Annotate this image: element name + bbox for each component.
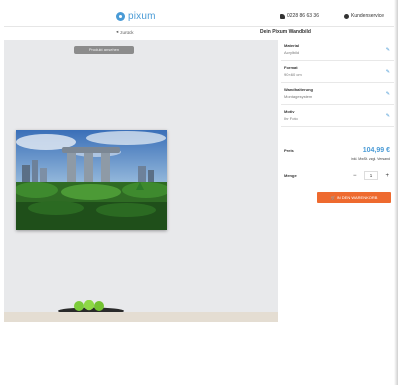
chevron-left-icon: ◂ (116, 29, 119, 34)
price-value: 104,99 € (362, 147, 390, 154)
option-wall-mount[interactable]: Wandhalterung Montagesystem ✎ (281, 84, 394, 105)
option-format[interactable]: Format 90×60 cm ✎ (281, 62, 394, 83)
option-title: Motiv (284, 109, 295, 114)
photo-image (16, 130, 167, 230)
window-edge (394, 0, 398, 385)
logo-icon (116, 12, 125, 21)
wall-photo (16, 130, 167, 230)
option-value: Acrylbild (284, 50, 300, 55)
quantity-input[interactable]: 1 (364, 171, 378, 180)
edit-icon[interactable]: ✎ (386, 47, 390, 53)
add-to-cart-label: IN DEN WARENKORB (336, 195, 378, 200)
back-label: zurück (120, 29, 134, 35)
logo-text: pixum (128, 11, 156, 22)
option-title: Material (284, 43, 300, 48)
edit-icon[interactable]: ✎ (386, 91, 390, 97)
back-link[interactable]: ◂ zurück (116, 29, 134, 35)
price-label: Preis (284, 148, 294, 153)
phone-icon (280, 13, 285, 19)
customer-service-link[interactable]: Kundenservice (344, 13, 384, 19)
option-value: 90×60 cm (284, 72, 302, 77)
app-window: pixum 0228 86 63 36 Kundenservice ◂ zurü… (0, 0, 398, 385)
page-footer-area (4, 322, 394, 382)
phone-contact[interactable]: 0228 86 63 36 (280, 13, 319, 19)
site-header: pixum 0228 86 63 36 Kundenservice (4, 8, 394, 27)
options-panel: Material Acrylbild ✎ Format 90×60 cm ✎ W… (281, 40, 394, 322)
increase-button[interactable]: + (385, 173, 389, 179)
customer-service-label: Kundenservice (351, 13, 385, 19)
decrease-button[interactable]: − (353, 173, 357, 179)
edit-icon[interactable]: ✎ (386, 69, 390, 75)
phone-number: 0228 86 63 36 (287, 13, 319, 19)
price-note: inkl. MwSt. zzgl. Versand (351, 157, 390, 161)
edit-icon[interactable]: ✎ (386, 113, 390, 119)
page-title: Dein Pixum Wandbild (260, 29, 311, 35)
option-value: Montagesystem (284, 94, 313, 99)
sub-navigation: ◂ zurück Dein Pixum Wandbild (4, 27, 394, 39)
wall-preview: Produkt ansehen (4, 40, 278, 322)
preview-button[interactable]: Produkt ansehen (74, 46, 134, 54)
shelf (4, 312, 278, 322)
option-title: Wandhalterung (284, 87, 313, 92)
option-title: Format (284, 65, 298, 70)
user-icon (344, 13, 349, 19)
option-material[interactable]: Material Acrylbild ✎ (281, 40, 394, 61)
option-value: Ihr Foto (284, 116, 298, 121)
quantity-label: Menge (284, 173, 297, 178)
quantity-stepper: − 1 + (353, 171, 389, 180)
option-motif[interactable]: Motiv Ihr Foto ✎ (281, 106, 394, 127)
cart-icon: 🛒 (330, 195, 336, 200)
add-to-cart-button[interactable]: 🛒 IN DEN WARENKORB (317, 192, 391, 203)
logo[interactable]: pixum (116, 11, 156, 22)
